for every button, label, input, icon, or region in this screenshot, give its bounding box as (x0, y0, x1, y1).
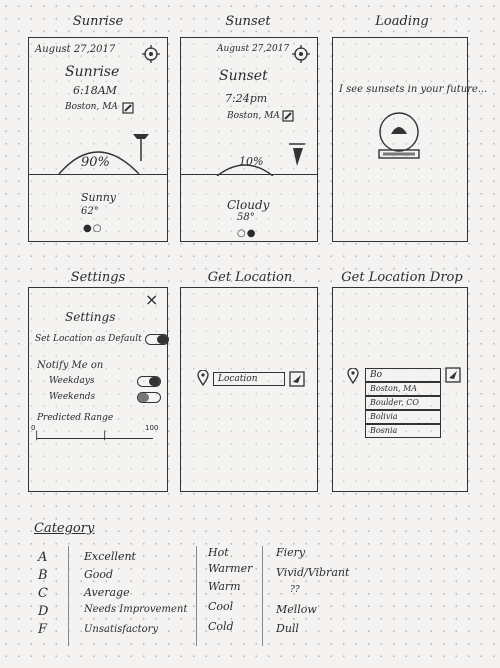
notify-label: Notify Me on (37, 360, 104, 371)
close-icon[interactable]: × (145, 290, 158, 309)
loading-message: I see sunsets in your future... (339, 84, 488, 95)
sunset-screen: August 27,2017 Sunset 7:24pm Boston, MA … (180, 37, 318, 242)
category-rating: Good (84, 568, 114, 581)
category-divider (262, 546, 263, 646)
settings-screen-title: Settings (70, 270, 126, 285)
category-temperature: Cold (208, 620, 234, 633)
map-pin-icon (197, 370, 209, 386)
condition-label: Sunny (81, 191, 117, 204)
category-temperature: Cool (208, 600, 234, 613)
map-pin-icon (347, 368, 359, 384)
default-location-toggle[interactable] (145, 334, 169, 345)
category-divider (196, 546, 197, 646)
location-input[interactable]: Location (213, 372, 285, 386)
category-color-mood: Mellow (276, 603, 317, 616)
weekends-label: Weekends (49, 392, 96, 402)
default-location-label: Set Location as Default (35, 334, 142, 344)
category-letter: D (38, 604, 49, 619)
category-rating: Needs Improvement (84, 604, 188, 615)
get-location-drop-screen: Bo Boston, MA Boulder, CO Bolivia Bosnia (332, 287, 468, 492)
temperature-label: 58° (237, 212, 255, 223)
date-label: August 27,2017 (35, 44, 116, 55)
time-label: 6:18AM (73, 84, 117, 97)
category-color-mood: Dull (276, 622, 299, 635)
get-location-screen: Location (180, 287, 318, 492)
category-letter: A (38, 550, 48, 565)
predicted-range-label: Predicted Range (37, 413, 114, 423)
horizon-line (29, 174, 167, 175)
dropdown-option[interactable]: Bolivia (365, 410, 441, 424)
weekdays-label: Weekdays (49, 376, 95, 386)
settings-heading: Settings (65, 310, 116, 324)
location-label: Boston, MA (227, 111, 280, 121)
category-letter: B (38, 568, 48, 583)
location-target-icon[interactable] (291, 44, 311, 64)
category-rating: Unsatisfactory (84, 624, 159, 635)
location-label: Boston, MA (65, 102, 118, 112)
time-label: 7:24pm (225, 92, 268, 105)
category-letter: F (38, 622, 48, 637)
loading-screen: I see sunsets in your future... (332, 37, 487, 242)
dropdown-option[interactable]: Boulder, CO (365, 396, 441, 410)
category-color-mood: Vivid/Vibrant (276, 566, 350, 579)
sunrise-screen-title: Sunrise (72, 14, 124, 29)
settings-screen: × Settings Set Location as Default Notif… (28, 287, 169, 492)
locate-me-icon[interactable] (445, 367, 461, 383)
get-location-drop-screen-title: Get Location Drop (341, 270, 463, 285)
range-slider-track[interactable] (37, 438, 153, 439)
sunset-screen-title: Sunset (225, 14, 271, 29)
temperature-label: 62° (81, 206, 99, 217)
category-temperature: Warmer (208, 562, 253, 575)
loading-screen-title: Loading (375, 14, 429, 29)
sunrise-screen: August 27,2017 Sunrise 6:18AM Boston, MA… (28, 37, 168, 242)
percent-label: 10% (239, 155, 264, 168)
condition-label: Cloudy (227, 198, 270, 212)
date-label: August 27,2017 (217, 44, 290, 54)
category-title: Category (34, 521, 95, 536)
category-letter: C (38, 586, 48, 601)
event-label: Sunrise (65, 64, 120, 80)
horizon-line (181, 174, 317, 175)
crystal-ball-icon (378, 112, 420, 159)
weekends-toggle[interactable] (137, 392, 161, 403)
range-slider-handle-max[interactable]: | (103, 430, 106, 441)
locate-me-icon[interactable] (289, 371, 305, 387)
category-temperature: Warm (208, 580, 241, 593)
location-input[interactable]: Bo (365, 368, 441, 382)
location-target-icon[interactable] (141, 44, 161, 64)
category-rating: Average (84, 586, 130, 599)
edit-pencil-icon[interactable] (122, 102, 134, 114)
category-rating: Excellent (84, 550, 136, 563)
category-color-mood: ?? (290, 585, 300, 595)
edit-pencil-icon[interactable] (282, 110, 294, 122)
page-dots[interactable]: ○● (237, 228, 256, 239)
category-temperature: Hot (208, 546, 229, 559)
category-color-mood: Fiery (276, 546, 306, 559)
get-location-screen-title: Get Location (207, 270, 293, 285)
percent-label: 90% (81, 155, 110, 170)
category-divider (68, 546, 69, 646)
range-max-label: 100 (145, 424, 159, 432)
weekdays-toggle[interactable] (137, 376, 161, 387)
page-dots[interactable]: ●○ (83, 223, 102, 234)
event-label: Sunset (219, 68, 268, 84)
range-slider-handle-min[interactable]: | (35, 430, 38, 441)
dropdown-option[interactable]: Bosnia (365, 424, 441, 438)
dropdown-option[interactable]: Boston, MA (365, 382, 441, 396)
